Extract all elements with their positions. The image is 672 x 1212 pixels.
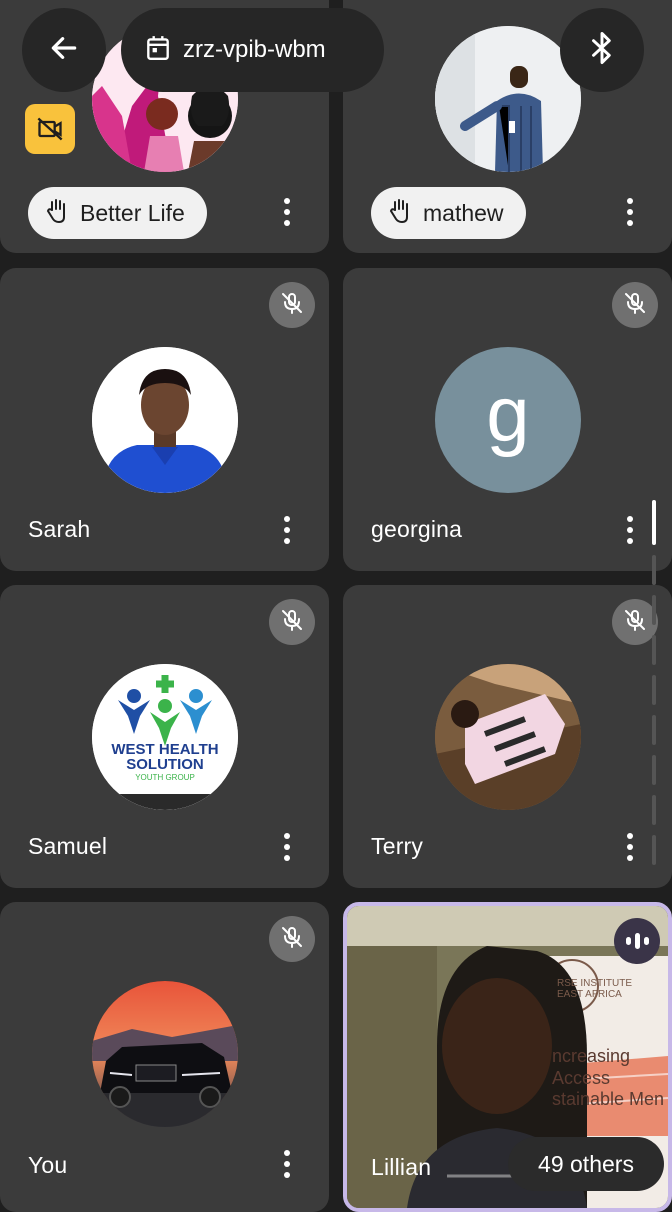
more-options-button[interactable] — [272, 510, 302, 550]
participant-name: Sarah — [28, 516, 91, 542]
participant-tile-sarah[interactable]: Sarah — [0, 268, 329, 571]
bluetooth-icon — [588, 31, 616, 70]
logo-title: WEST HEALTH — [111, 741, 219, 758]
logo-subtitle: YOUTH GROUP — [135, 773, 195, 782]
raised-hand-icon — [46, 197, 68, 229]
scrollbar[interactable] — [652, 500, 656, 880]
you-avatar — [92, 981, 238, 1127]
mic-off-icon — [280, 291, 304, 320]
raised-hand-icon — [389, 197, 411, 229]
mute-indicator — [269, 282, 315, 328]
calendar-icon — [145, 34, 171, 67]
participant-tile-georgina[interactable]: g georgina — [343, 268, 672, 571]
mic-off-icon — [623, 608, 647, 637]
more-options-button[interactable] — [272, 1144, 302, 1184]
banner-text: RSE INSTITUTE EAST AFRICA — [557, 978, 633, 1000]
participant-name: Terry — [371, 833, 424, 859]
participant-name: Better Life — [80, 199, 185, 226]
meeting-code-chip[interactable]: zrz-vpib-wbm — [121, 8, 384, 92]
participant-name: Lillian — [371, 1154, 432, 1180]
participant-tile-samuel[interactable]: WEST HEALTH SOLUTION YOUTH GROUP Samuel — [0, 585, 329, 888]
more-options-button[interactable] — [272, 192, 302, 232]
more-options-button[interactable] — [272, 827, 302, 867]
back-button[interactable] — [22, 8, 106, 92]
arrow-left-icon — [48, 32, 80, 69]
logo-title: SOLUTION — [126, 756, 204, 773]
more-options-button[interactable] — [615, 192, 645, 232]
raised-hand-badge: Better Life — [28, 187, 207, 239]
participant-name: mathew — [423, 199, 504, 226]
mic-off-icon — [280, 608, 304, 637]
samuel-avatar: WEST HEALTH SOLUTION YOUTH GROUP — [92, 664, 238, 810]
others-count: 49 others — [538, 1150, 634, 1177]
audio-level-icon — [625, 933, 649, 949]
terry-avatar — [435, 664, 581, 810]
participant-tile-terry[interactable]: Terry — [343, 585, 672, 888]
georgina-avatar: g — [435, 347, 581, 493]
more-options-button[interactable] — [615, 510, 645, 550]
participant-name: You — [28, 1152, 68, 1178]
video-off-icon — [25, 104, 75, 154]
meeting-code: zrz-vpib-wbm — [183, 36, 326, 63]
speaking-indicator — [614, 918, 660, 964]
west-health-logo — [92, 664, 238, 810]
mic-off-icon — [623, 291, 647, 320]
mute-indicator — [269, 916, 315, 962]
avatar-initial: g — [486, 370, 530, 458]
participant-tile-you[interactable]: You — [0, 902, 329, 1212]
more-options-button[interactable] — [615, 827, 645, 867]
participant-name: Samuel — [28, 833, 108, 859]
mute-indicator — [612, 282, 658, 328]
raised-hand-badge: mathew — [371, 187, 526, 239]
mute-indicator — [269, 599, 315, 645]
participant-name: georgina — [371, 516, 463, 542]
mic-off-icon — [280, 925, 304, 954]
audio-output-button[interactable] — [560, 8, 644, 92]
banner-text: ncreasing Access stainable Men — [552, 1046, 665, 1110]
others-chip[interactable]: 49 others — [508, 1137, 664, 1191]
sarah-avatar — [92, 347, 238, 493]
